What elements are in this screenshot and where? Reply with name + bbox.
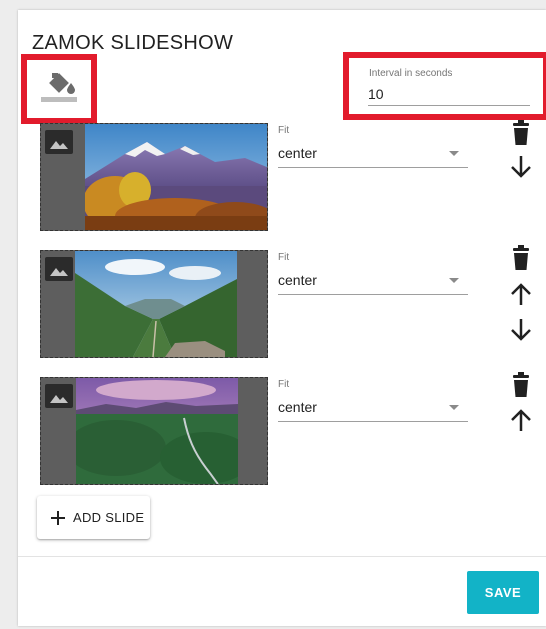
slide-1-thumbnail[interactable] xyxy=(40,123,268,231)
slide-2-image xyxy=(75,251,237,357)
slide-3-fit-select[interactable]: center xyxy=(278,399,317,415)
footer-divider xyxy=(18,556,546,557)
image-icon xyxy=(45,130,73,154)
arrow-up-icon[interactable] xyxy=(507,407,535,435)
slide-1-fit-underline xyxy=(278,167,468,168)
add-slide-button[interactable]: ADD SLIDE xyxy=(37,496,150,539)
slide-1-image xyxy=(85,124,267,230)
slide-2-thumbnail[interactable] xyxy=(40,250,268,358)
slide-3-image xyxy=(76,378,238,484)
save-button[interactable]: SAVE xyxy=(467,571,539,614)
slide-2-fit-label: Fit xyxy=(278,252,290,263)
slide-2-fit-select[interactable]: center xyxy=(278,272,317,288)
arrow-up-icon[interactable] xyxy=(507,281,535,309)
chevron-down-icon[interactable] xyxy=(449,151,459,156)
slide-3-fit-underline xyxy=(278,421,468,422)
delete-icon[interactable] xyxy=(507,371,535,399)
arrow-down-icon[interactable] xyxy=(507,152,535,180)
chevron-down-icon[interactable] xyxy=(449,278,459,283)
plus-icon xyxy=(51,511,65,525)
delete-icon[interactable] xyxy=(507,119,535,147)
add-slide-label: ADD SLIDE xyxy=(73,510,145,525)
slide-3-thumbnail[interactable] xyxy=(40,377,268,485)
delete-icon[interactable] xyxy=(507,244,535,272)
chevron-down-icon[interactable] xyxy=(449,405,459,410)
slide-1-fit-select[interactable]: center xyxy=(278,145,317,161)
slide-3-fit-label: Fit xyxy=(278,379,290,390)
interval-highlight-box xyxy=(343,52,546,120)
page-title: ZAMOK SLIDESHOW xyxy=(32,32,234,54)
slide-2-fit-underline xyxy=(278,294,468,295)
image-icon xyxy=(45,257,73,281)
image-icon xyxy=(45,384,73,408)
slide-1-fit-label: Fit xyxy=(278,125,290,136)
paint-highlight-box xyxy=(21,54,97,124)
arrow-down-icon[interactable] xyxy=(507,315,535,343)
